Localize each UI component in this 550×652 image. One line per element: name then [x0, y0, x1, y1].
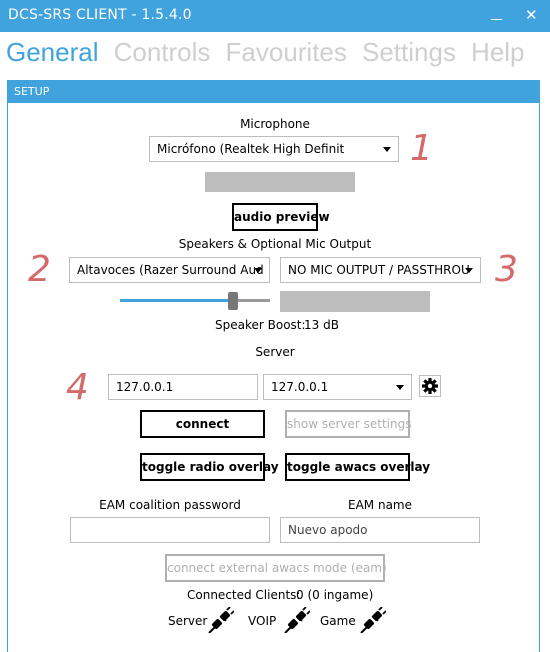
- minimize-icon: [491, 19, 502, 20]
- status-voip-label: VOIP: [248, 614, 277, 628]
- microphone-label: Microphone: [240, 117, 310, 131]
- chevron-down-icon: [465, 268, 473, 273]
- voip-disconnected-plug-icon: [284, 607, 310, 633]
- setup-header: SETUP: [8, 81, 539, 103]
- speakers-select[interactable]: Altavoces (Razer Surround Aud: [69, 257, 270, 283]
- mic-output-select[interactable]: NO MIC OUTPUT / PASSTHROU: [280, 257, 481, 283]
- server-disconnected-plug-icon: [208, 607, 234, 633]
- slider-thumb[interactable]: [228, 292, 238, 310]
- connect-eam-button[interactable]: connect external awacs mode (eam): [165, 554, 387, 582]
- connected-clients-label: Connected Clients:: [187, 588, 301, 602]
- game-disconnected-plug-icon: [360, 607, 386, 633]
- show-server-settings-button[interactable]: show server settings: [285, 410, 411, 438]
- server-settings-gear-button[interactable]: [419, 375, 441, 397]
- title-bar: DCS-SRS CLIENT - 1.5.4.0 ✕: [0, 0, 550, 32]
- speaker-level-meter: [280, 291, 430, 312]
- eam-password-input[interactable]: [70, 517, 270, 543]
- speaker-boost-slider[interactable]: [120, 290, 270, 312]
- chevron-down-icon: [383, 147, 391, 152]
- server-label: Server: [255, 345, 295, 359]
- close-icon: ✕: [525, 6, 538, 24]
- status-game-label: Game: [320, 614, 356, 628]
- microphone-select-value: Micrófono (Realtek High Definit: [157, 142, 345, 156]
- server-address-input[interactable]: 127.0.0.1: [108, 374, 258, 400]
- slider-track: [235, 299, 270, 302]
- speaker-boost-label: Speaker Boost:: [215, 318, 306, 332]
- tab-general[interactable]: General: [6, 33, 99, 71]
- server-select[interactable]: 127.0.0.1: [263, 374, 412, 400]
- annotation-4: 4: [66, 367, 89, 408]
- annotation-3: 3: [495, 249, 518, 290]
- server-select-value: 127.0.0.1: [271, 380, 329, 394]
- connect-button[interactable]: connect: [140, 410, 265, 438]
- minimize-button[interactable]: [478, 0, 514, 32]
- microphone-select[interactable]: Micrófono (Realtek High Definit: [149, 136, 399, 162]
- tab-controls[interactable]: Controls: [114, 33, 211, 71]
- close-button[interactable]: ✕: [512, 0, 548, 32]
- annotation-2: 2: [28, 249, 51, 290]
- chevron-down-icon: [254, 268, 262, 273]
- gear-icon: [422, 378, 438, 394]
- main-tabs: General Controls Favourites Settings Hel…: [6, 33, 535, 73]
- chevron-down-icon: [396, 385, 404, 390]
- window-title: DCS-SRS CLIENT - 1.5.4.0: [8, 7, 192, 23]
- toggle-awacs-overlay-button[interactable]: toggle awacs overlay: [285, 453, 430, 481]
- audio-preview-button[interactable]: audio preview: [232, 203, 330, 231]
- microphone-level-meter: [205, 172, 355, 192]
- toggle-radio-overlay-button[interactable]: toggle radio overlay: [140, 453, 279, 481]
- tab-favourites[interactable]: Favourites: [226, 33, 347, 71]
- eam-name-label: EAM name: [348, 498, 412, 512]
- tab-settings[interactable]: Settings: [362, 33, 456, 71]
- tab-help[interactable]: Help: [471, 33, 524, 71]
- eam-password-label: EAM coalition password: [99, 498, 241, 512]
- annotation-1: 1: [410, 128, 433, 169]
- mic-output-select-value: NO MIC OUTPUT / PASSTHROU: [288, 263, 470, 277]
- speaker-boost-value: 13 dB: [304, 318, 339, 332]
- slider-fill: [120, 299, 230, 302]
- connected-clients-value: 0 (0 ingame): [296, 588, 374, 602]
- speakers-select-value: Altavoces (Razer Surround Aud: [77, 263, 264, 277]
- eam-name-input[interactable]: Nuevo apodo: [280, 517, 480, 543]
- speakers-label: Speakers & Optional Mic Output: [178, 237, 372, 251]
- status-server-label: Server: [168, 614, 208, 628]
